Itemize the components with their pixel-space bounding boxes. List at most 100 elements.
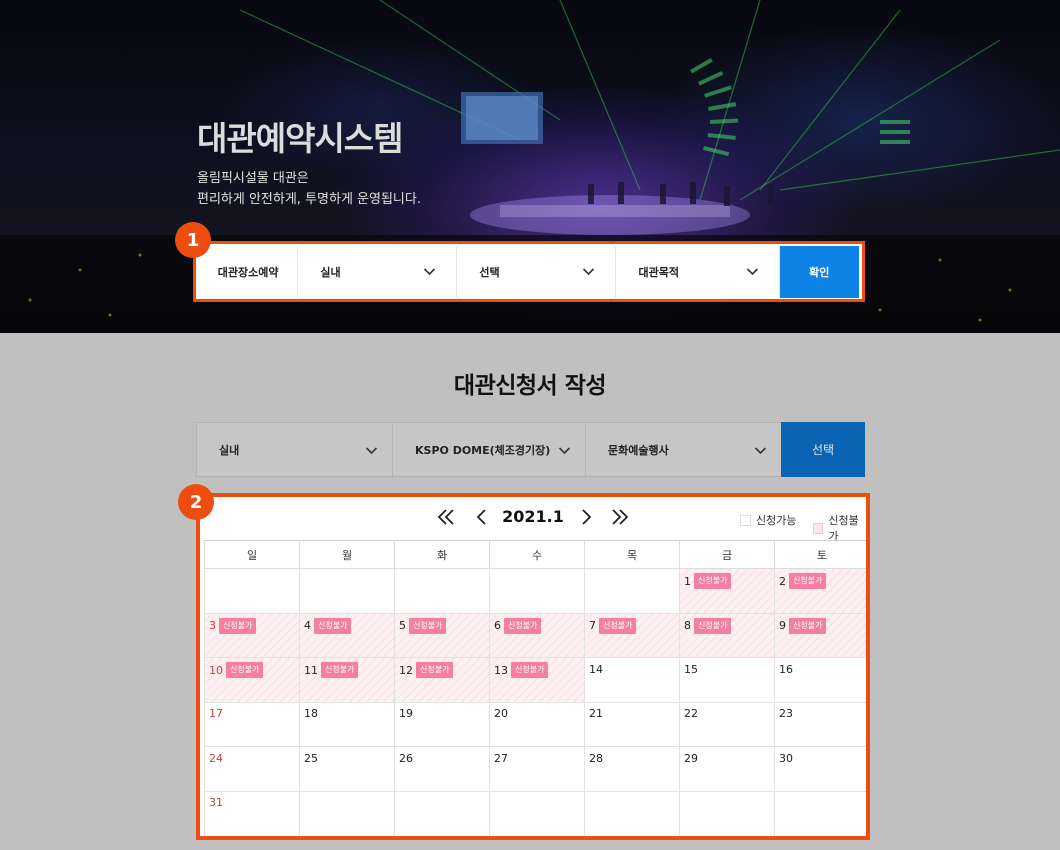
day-number: 2 bbox=[779, 574, 786, 588]
calendar-day[interactable]: 15 bbox=[679, 657, 775, 703]
venue-filter[interactable]: KSPO DOME(체조경기장) bbox=[392, 422, 585, 477]
calendar-empty-cell bbox=[584, 790, 680, 836]
calendar-empty-cell bbox=[774, 790, 866, 836]
day-number: 14 bbox=[589, 662, 603, 676]
day-number: 9 bbox=[779, 619, 786, 633]
unavailable-tag: 신청불가 bbox=[416, 662, 454, 679]
hero-title: 대관예약시스템 bbox=[197, 119, 404, 158]
day-number: 4 bbox=[304, 619, 311, 633]
weekday-header: 월 bbox=[299, 540, 395, 569]
weekday-header: 수 bbox=[489, 540, 585, 569]
next-month-icon[interactable] bbox=[576, 507, 596, 527]
purpose-filter-value: 문화예술행사 bbox=[608, 443, 669, 457]
next-year-icon[interactable] bbox=[610, 507, 630, 527]
hero-subtitle: 올림픽시설물 대관은 편리하게 안전하게, 투명하게 운영됩니다. bbox=[197, 168, 421, 210]
weekday-header: 일 bbox=[204, 540, 300, 569]
venue-search-fields: 대관장소예약 실내 선택 대관목적 확인 bbox=[199, 246, 859, 298]
weekday-header: 금 bbox=[679, 540, 775, 569]
calendar-day-unavailable: 6 신청불가 bbox=[489, 612, 585, 659]
unavailable-tag: 신청불가 bbox=[789, 617, 827, 634]
facility-type-select[interactable]: 실내 bbox=[298, 246, 458, 298]
day-number: 3 bbox=[209, 619, 216, 633]
calendar-day-unavailable: 3 신청불가 bbox=[204, 612, 300, 659]
calendar-day[interactable]: 25 bbox=[299, 746, 395, 792]
calendar-empty-cell bbox=[299, 568, 395, 614]
day-number: 24 bbox=[209, 751, 223, 765]
calendar-day[interactable]: 17 bbox=[204, 701, 300, 748]
calendar-empty-cell bbox=[584, 568, 680, 614]
annotation-badge-1: 1 bbox=[175, 222, 211, 258]
calendar-day-unavailable: 2 신청불가 bbox=[774, 568, 866, 614]
calendar-empty-cell bbox=[394, 568, 490, 614]
day-number: 10 bbox=[209, 663, 223, 677]
calendar-week-row: 31 bbox=[204, 790, 866, 836]
weekday-header: 목 bbox=[584, 540, 680, 569]
chevron-down-icon bbox=[583, 268, 595, 276]
calendar-day-unavailable: 8 신청불가 bbox=[679, 612, 775, 659]
day-number: 8 bbox=[684, 619, 691, 633]
calendar-day-unavailable: 1 신청불가 bbox=[679, 568, 775, 614]
calendar-day[interactable]: 30 bbox=[774, 746, 866, 792]
unavailable-tag: 신청불가 bbox=[694, 617, 732, 634]
day-number: 17 bbox=[209, 707, 223, 721]
unavailable-tag: 신청불가 bbox=[219, 617, 257, 634]
calendar-week-row: 17 18 19 20 21 22 23 bbox=[204, 701, 866, 748]
legend-unavailable-swatch bbox=[813, 522, 824, 534]
chevron-down-icon bbox=[424, 268, 436, 276]
calendar-day[interactable]: 14 bbox=[584, 657, 680, 703]
calendar-header: 2021.1 신청가능 신청불가 bbox=[200, 497, 866, 543]
unavailable-tag: 신청불가 bbox=[599, 617, 637, 634]
calendar-day[interactable]: 16 bbox=[774, 657, 866, 703]
venue-search-label: 대관장소예약 bbox=[199, 246, 299, 298]
unavailable-tag: 신청불가 bbox=[314, 617, 352, 634]
annotation-badge-2: 2 bbox=[178, 484, 214, 520]
purpose-filter[interactable]: 문화예술행사 bbox=[585, 422, 781, 477]
calendar-day[interactable]: 22 bbox=[679, 701, 775, 748]
calendar-day[interactable]: 18 bbox=[299, 701, 395, 748]
calendar-day[interactable]: 24 bbox=[204, 746, 300, 792]
calendar-day[interactable]: 26 bbox=[394, 746, 490, 792]
hero-subtitle-line2: 편리하게 안전하게, 투명하게 운영됩니다. bbox=[197, 192, 421, 207]
chevron-down-icon bbox=[365, 447, 378, 455]
calendar-day[interactable]: 31 bbox=[204, 790, 300, 836]
select-button[interactable]: 선택 bbox=[781, 422, 865, 477]
unavailable-tag: 신청불가 bbox=[694, 573, 732, 589]
chevron-down-icon bbox=[746, 268, 758, 276]
day-number: 1 bbox=[684, 574, 691, 588]
venue-select[interactable]: 선택 bbox=[457, 246, 617, 298]
calendar-day[interactable]: 23 bbox=[774, 701, 866, 748]
unavailable-tag: 신청불가 bbox=[504, 617, 542, 634]
day-number: 11 bbox=[304, 663, 318, 677]
legend-available-label: 신청가능 bbox=[756, 514, 797, 527]
calendar-empty-cell bbox=[679, 790, 775, 836]
calendar-empty-cell bbox=[489, 568, 585, 614]
calendar-week-row: 24 25 26 27 28 29 30 bbox=[204, 746, 866, 792]
day-number: 27 bbox=[494, 751, 508, 765]
hero-subtitle-line1: 올림픽시설물 대관은 bbox=[197, 171, 309, 186]
day-number: 19 bbox=[399, 707, 413, 721]
calendar-day[interactable]: 21 bbox=[584, 701, 680, 748]
confirm-button[interactable]: 확인 bbox=[779, 246, 859, 298]
weekday-header-row: 일월화수목금토 bbox=[204, 540, 866, 569]
day-number: 18 bbox=[304, 707, 318, 721]
calendar-day[interactable]: 29 bbox=[679, 746, 775, 792]
facility-type-value: 실내 bbox=[320, 266, 341, 279]
facility-type-filter[interactable]: 실내 bbox=[196, 422, 392, 477]
calendar-week-row: 1 신청불가 2 신청불가 bbox=[204, 568, 866, 614]
hero-banner: 대관예약시스템 올림픽시설물 대관은 편리하게 안전하게, 투명하게 운영됩니다… bbox=[0, 0, 1060, 333]
calendar-body: 1 신청불가 2 신청불가 3 신청불가 4 신청불가 5 신청불가 6 신청불가 7 신청불가 8 신청불가… bbox=[204, 568, 866, 836]
prev-month-icon[interactable] bbox=[472, 507, 492, 527]
calendar-day-unavailable: 5 신청불가 bbox=[394, 612, 490, 659]
calendar-day[interactable]: 27 bbox=[489, 746, 585, 792]
calendar-grid: 일월화수목금토 1 신청불가 2 신청불가 3 신청불가 4 신청불가 5 신청불가 6 신청불가 7 신… bbox=[204, 540, 866, 836]
venue-value: 선택 bbox=[479, 266, 500, 279]
prev-year-icon[interactable] bbox=[436, 507, 456, 527]
purpose-select[interactable]: 대관목적 bbox=[616, 246, 780, 298]
calendar-empty-cell bbox=[204, 568, 300, 614]
calendar-day[interactable]: 20 bbox=[489, 701, 585, 748]
chevron-down-icon bbox=[558, 447, 571, 455]
calendar-day[interactable]: 28 bbox=[584, 746, 680, 792]
venue-filter-value: KSPO DOME(체조경기장) bbox=[415, 443, 551, 457]
calendar-day[interactable]: 19 bbox=[394, 701, 490, 748]
current-month: 2021.1 bbox=[502, 507, 564, 526]
